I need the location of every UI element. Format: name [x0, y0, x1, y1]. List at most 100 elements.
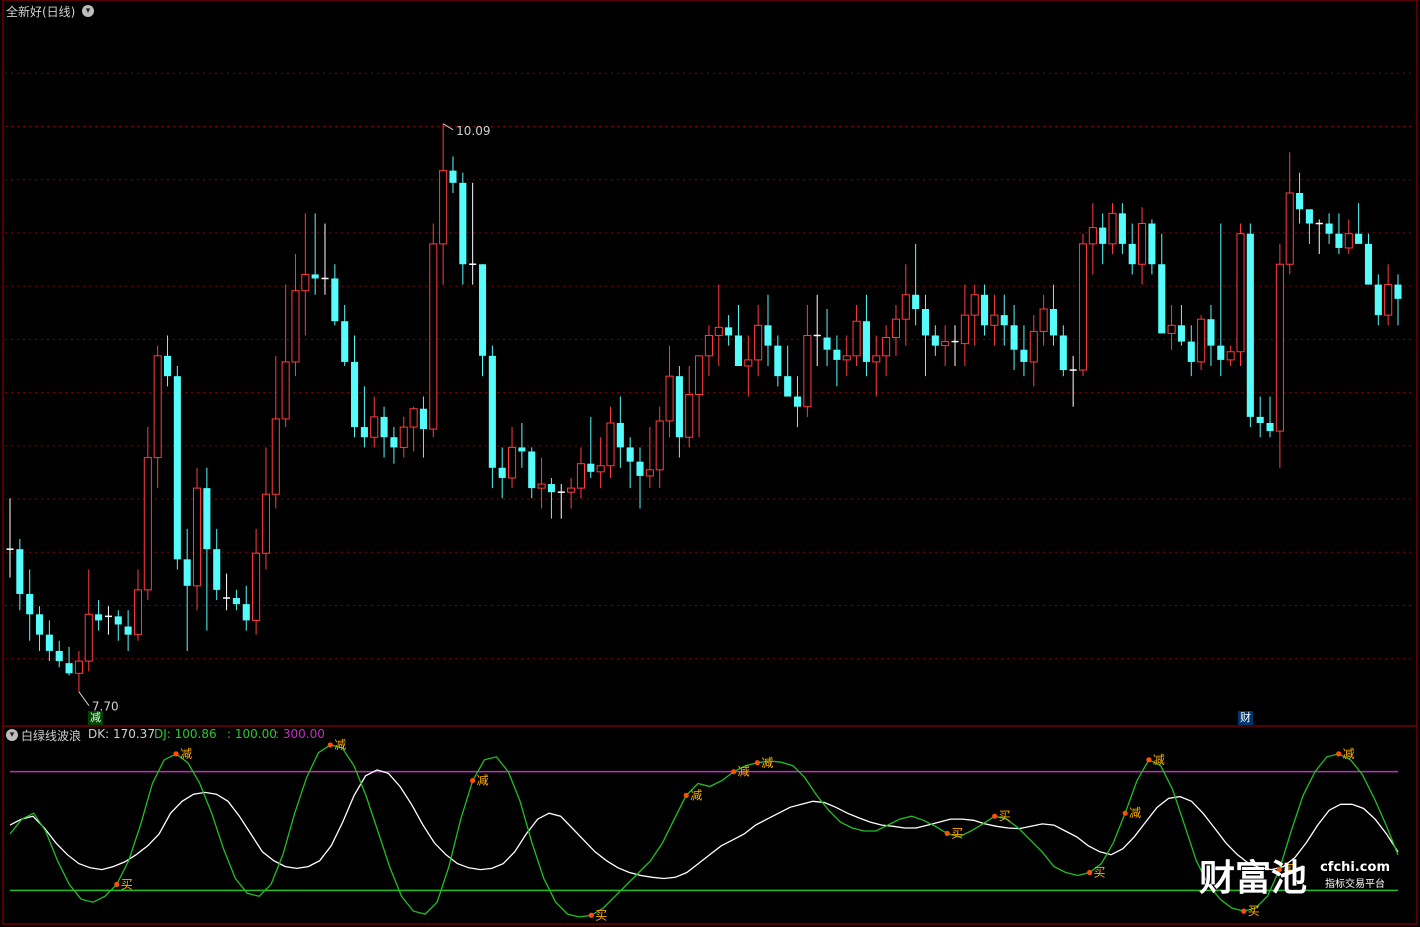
signal-dot — [992, 813, 998, 819]
watermark-site: cfchi.com — [1320, 860, 1390, 875]
badge-left[interactable]: 减 — [88, 711, 103, 725]
candle-body — [567, 487, 576, 493]
candle-body — [488, 355, 496, 468]
chart-canvas[interactable]: 10.097.70买减减减买减减减买买买减减买买减 — [0, 0, 1420, 927]
candle-body — [1217, 345, 1225, 360]
candle-body — [232, 598, 240, 605]
candle-body — [547, 484, 555, 493]
candle-body — [114, 616, 122, 625]
candle-body — [1118, 213, 1126, 244]
candle-body — [587, 463, 595, 472]
candle-body — [55, 650, 63, 662]
candle-body — [1296, 193, 1304, 210]
candle-body — [390, 437, 398, 448]
candle-body — [685, 393, 694, 438]
signal-dot — [173, 751, 179, 757]
candle-body — [626, 447, 634, 462]
chevron-down-icon[interactable]: ▾ — [6, 729, 18, 741]
dj-value: DJ: 100.86 — [154, 727, 217, 741]
candle-body — [1020, 349, 1028, 362]
candle-body — [498, 467, 506, 478]
candle-body — [1010, 325, 1018, 350]
candle-body — [734, 335, 742, 366]
candle-body — [704, 334, 713, 357]
candle-body — [537, 483, 546, 489]
watermark-tagline: 指标交易平台 — [1325, 879, 1386, 890]
candle-body — [1108, 212, 1117, 245]
candle-body — [203, 488, 211, 550]
candle-body — [665, 375, 674, 422]
candle-body — [252, 552, 261, 621]
candle-body — [655, 420, 664, 471]
candle-body — [133, 589, 143, 636]
candle-body — [833, 349, 841, 360]
candle-body — [636, 461, 644, 476]
candle-body — [528, 451, 536, 489]
candle-body — [596, 465, 605, 473]
signal-dot — [588, 912, 594, 918]
candle-body — [95, 614, 103, 621]
candle-body — [862, 321, 870, 362]
candle-body — [1246, 233, 1254, 417]
candle-body — [784, 376, 792, 397]
signal-dot — [1086, 869, 1093, 876]
candle-body — [1364, 243, 1373, 285]
signal-dot — [1241, 908, 1247, 914]
candle-body — [576, 463, 585, 489]
candle-body — [1275, 263, 1284, 432]
main-title: 全新好(日线) — [6, 5, 76, 19]
candle-body — [301, 273, 310, 292]
candle-body — [311, 274, 319, 279]
candle-body — [941, 341, 950, 347]
candle-body — [74, 660, 83, 674]
candle-body — [1305, 209, 1313, 224]
candle-body — [65, 663, 73, 674]
candle-body — [26, 593, 34, 615]
candle-body — [281, 361, 290, 420]
signal-label: 买 — [1248, 904, 1260, 918]
candle-body — [1325, 223, 1333, 234]
candle-body — [1344, 233, 1353, 249]
signal-dot — [1146, 757, 1152, 763]
badge-right[interactable]: 财 — [1238, 711, 1253, 725]
signal-label: 减 — [334, 738, 346, 752]
dk-line — [9, 769, 1399, 880]
candle-body — [1384, 284, 1393, 316]
signal-label: 买 — [999, 809, 1011, 823]
candle-body — [419, 408, 427, 430]
candle-body — [1049, 309, 1058, 336]
candle-body — [981, 294, 989, 326]
candle-body — [793, 396, 802, 407]
signal-label: 减 — [690, 788, 702, 802]
signal-dot — [683, 792, 689, 799]
candle-body — [1078, 243, 1088, 371]
candle-body — [173, 376, 181, 560]
candle-body — [1226, 351, 1235, 361]
signal-dot — [731, 769, 737, 775]
candle-body — [882, 337, 891, 357]
candle-body — [1197, 318, 1206, 363]
candle-body — [1029, 330, 1038, 363]
candle-body — [291, 290, 300, 363]
candle-body — [774, 345, 782, 377]
candle-body — [409, 408, 418, 428]
candle-body — [1374, 284, 1382, 316]
candle-body — [449, 170, 457, 183]
candle-body — [1285, 192, 1294, 265]
candle-body — [192, 487, 202, 587]
signal-label: 减 — [477, 774, 489, 788]
candle-body — [1059, 335, 1067, 371]
candle-body — [350, 361, 359, 428]
candle-body — [507, 446, 517, 479]
signal-label: 减 — [738, 765, 750, 779]
signal-label: 减 — [761, 756, 773, 770]
candle-body — [45, 634, 53, 651]
candle-body — [518, 447, 526, 452]
candle-body — [1236, 233, 1245, 353]
candle-body — [1128, 243, 1136, 265]
candle-body — [1355, 233, 1363, 244]
candle-body — [380, 416, 388, 438]
candle-body — [616, 422, 624, 448]
chevron-down-icon[interactable]: ▾ — [82, 5, 94, 17]
candle-body — [1256, 416, 1264, 423]
